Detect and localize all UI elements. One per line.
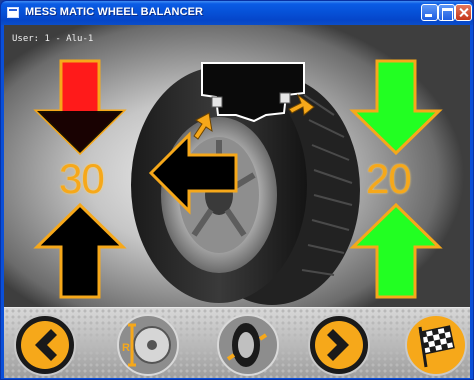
forward-button[interactable] — [307, 313, 371, 377]
minimize-button[interactable] — [421, 4, 438, 21]
application-window: MESS MATIC WHEEL BALANCER User: 1 - Alu-… — [0, 0, 474, 380]
arrow-up-black-icon — [33, 202, 127, 299]
close-button[interactable] — [455, 4, 472, 21]
svg-text:R: R — [122, 342, 130, 354]
tire-measure-button[interactable] — [216, 313, 280, 377]
arrow-down-green-icon — [349, 59, 443, 156]
left-plane-imbalance-value: 30 — [59, 155, 105, 202]
app-window-icon — [7, 7, 19, 18]
title-bar[interactable]: MESS MATIC WHEEL BALANCER — [1, 1, 473, 25]
finish-button[interactable] — [404, 313, 468, 377]
right-plane-imbalance-value: 20 — [366, 155, 412, 202]
window-title: MESS MATIC WHEEL BALANCER — [25, 6, 204, 18]
arrow-up-green-icon — [349, 202, 443, 299]
maximize-button[interactable] — [438, 4, 455, 21]
balancer-screen: User: 1 - Alu-1 30 20 R — [4, 25, 470, 378]
bottom-toolbar: R — [4, 307, 470, 378]
back-button[interactable] — [13, 313, 77, 377]
rim-dimensions-button[interactable]: R — [116, 313, 180, 377]
